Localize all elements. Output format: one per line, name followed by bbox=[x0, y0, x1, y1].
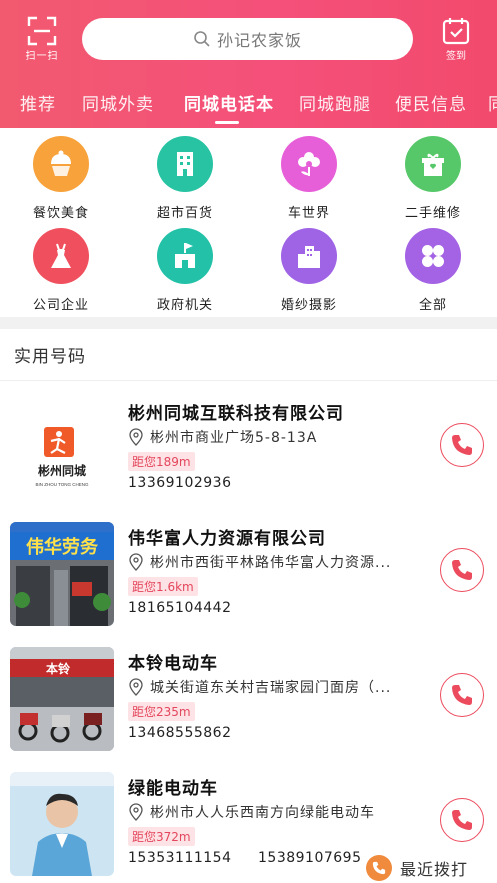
four-petal-grid-icon bbox=[405, 228, 461, 284]
calendar-check-icon bbox=[442, 18, 470, 45]
category-supermarket[interactable]: 超市百货 bbox=[130, 136, 240, 221]
phone-number: 15353111154 bbox=[128, 850, 232, 866]
category-label: 超市百货 bbox=[156, 206, 213, 221]
phone-icon bbox=[452, 810, 472, 830]
phone-number: 18165104442 bbox=[128, 600, 232, 616]
tab-phonebook[interactable]: 同城电话本 bbox=[184, 90, 274, 115]
category-wedding[interactable]: 婚纱摄影 bbox=[254, 228, 364, 313]
listing-address: 彬州市西街平林路伟华富人力资源... bbox=[128, 552, 420, 572]
call-button[interactable] bbox=[440, 673, 484, 717]
listing-address: 城关街道东关村吉瑞家园门面房（... bbox=[128, 677, 420, 697]
search-placeholder: 孙记农家饭 bbox=[216, 31, 302, 50]
listing-title: 伟华富人力资源有限公司 bbox=[128, 529, 326, 549]
section-divider bbox=[0, 317, 497, 329]
tab-recommend[interactable]: 推荐 bbox=[20, 90, 56, 115]
location-pin-icon bbox=[129, 803, 143, 821]
signin-button[interactable]: 签到 bbox=[436, 16, 476, 62]
tab-takeout[interactable]: 同城外卖 bbox=[82, 90, 154, 115]
svg-text:BIN ZHOU TONG CHENG: BIN ZHOU TONG CHENG bbox=[35, 482, 89, 487]
tab-errand[interactable]: 同城跑腿 bbox=[299, 90, 371, 115]
phone-number-secondary: 15389107695 bbox=[258, 850, 362, 866]
svg-text:伟华劳务: 伟华劳务 bbox=[26, 536, 99, 557]
list-item[interactable]: 伟华劳务 伟华富人力资源有限公司 彬州市西街平林路伟华富人力资源... 距您1.… bbox=[0, 510, 497, 636]
city-buildings-icon bbox=[281, 228, 337, 284]
tab-convenience[interactable]: 便民信息 bbox=[395, 90, 467, 115]
shop-photo bbox=[10, 772, 114, 876]
list-item[interactable]: 彬州同城 BIN ZHOU TONG CHENG 彬州同城互联科技有限公司 彬州… bbox=[0, 385, 497, 511]
shop-photo: 伟华劳务 bbox=[10, 522, 114, 626]
category-food[interactable]: 餐饮美食 bbox=[6, 136, 116, 221]
call-button[interactable] bbox=[440, 423, 484, 467]
distance-badge: 距您1.6km bbox=[128, 577, 198, 596]
cake-icon bbox=[33, 136, 89, 192]
dress-icon bbox=[33, 228, 89, 284]
call-button[interactable] bbox=[440, 798, 484, 842]
listing-title: 彬州同城互联科技有限公司 bbox=[128, 404, 344, 424]
list-item[interactable]: 本铃 本铃电动车 城关街道东关村吉瑞家园门面房（... 距您235m 13468… bbox=[0, 635, 497, 761]
category-government[interactable]: 政府机关 bbox=[130, 228, 240, 313]
phone-icon bbox=[452, 435, 472, 455]
listing-title: 绿能电动车 bbox=[128, 779, 218, 799]
flower-icon bbox=[281, 136, 337, 192]
distance-badge: 距您372m bbox=[128, 827, 195, 846]
tab-more[interactable]: 同 bbox=[488, 90, 497, 115]
svg-text:本铃: 本铃 bbox=[46, 661, 71, 676]
location-pin-icon bbox=[129, 428, 143, 446]
scan-label: 扫一扫 bbox=[25, 51, 59, 62]
phone-icon bbox=[452, 560, 472, 580]
phone-number: 13369102936 bbox=[128, 475, 232, 491]
distance-badge: 距您189m bbox=[128, 452, 195, 471]
svg-text:彬州同城: 彬州同城 bbox=[38, 463, 86, 478]
listing-address: 彬州市人人乐西南方向绿能电动车 bbox=[128, 802, 420, 822]
call-button[interactable] bbox=[440, 548, 484, 592]
phone-icon bbox=[452, 685, 472, 705]
signin-label: 签到 bbox=[446, 51, 466, 62]
search-icon bbox=[194, 31, 210, 47]
gift-box-icon bbox=[405, 136, 461, 192]
category-label: 车世界 bbox=[287, 206, 330, 221]
shop-photo: 本铃 bbox=[10, 647, 114, 751]
scan-button[interactable]: 扫一扫 bbox=[24, 16, 60, 62]
building-icon bbox=[157, 136, 213, 192]
search-input[interactable]: 孙记农家饭 bbox=[82, 18, 413, 60]
listing-address: 彬州市商业广场5-8-13A bbox=[128, 427, 420, 447]
category-label: 政府机关 bbox=[156, 298, 213, 313]
phone-icon bbox=[366, 854, 392, 881]
recent-calls-button[interactable]: 最近拨打 bbox=[366, 852, 497, 883]
recent-calls-label: 最近拨打 bbox=[400, 859, 469, 879]
category-cars[interactable]: 车世界 bbox=[254, 136, 364, 221]
phone-number: 13468555862 bbox=[128, 725, 232, 741]
category-secondhand[interactable]: 二手维修 bbox=[378, 136, 488, 221]
distance-badge: 距您235m bbox=[128, 702, 195, 721]
category-company[interactable]: 公司企业 bbox=[6, 228, 116, 313]
scan-icon bbox=[27, 16, 57, 46]
castle-flag-icon bbox=[157, 228, 213, 284]
category-label: 全部 bbox=[418, 298, 447, 313]
category-all[interactable]: 全部 bbox=[378, 228, 488, 313]
category-label: 二手维修 bbox=[404, 206, 461, 221]
location-pin-icon bbox=[129, 678, 143, 696]
category-label: 餐饮美食 bbox=[32, 206, 89, 221]
category-label: 婚纱摄影 bbox=[280, 298, 337, 313]
active-tab-indicator bbox=[215, 121, 239, 124]
category-label: 公司企业 bbox=[32, 298, 89, 313]
category-tabs: 推荐 同城外卖 同城电话本 同城跑腿 便民信息 同 bbox=[0, 84, 497, 124]
section-separator bbox=[0, 380, 497, 381]
listing-title: 本铃电动车 bbox=[128, 654, 218, 674]
company-logo: 彬州同城 BIN ZHOU TONG CHENG bbox=[10, 397, 114, 501]
location-pin-icon bbox=[129, 553, 143, 571]
header-bar: 扫一扫 孙记农家饭 签到 推荐 同城外卖 同城电话本 同城跑腿 便民信息 同 bbox=[0, 0, 497, 128]
section-title: 实用号码 bbox=[14, 347, 86, 367]
